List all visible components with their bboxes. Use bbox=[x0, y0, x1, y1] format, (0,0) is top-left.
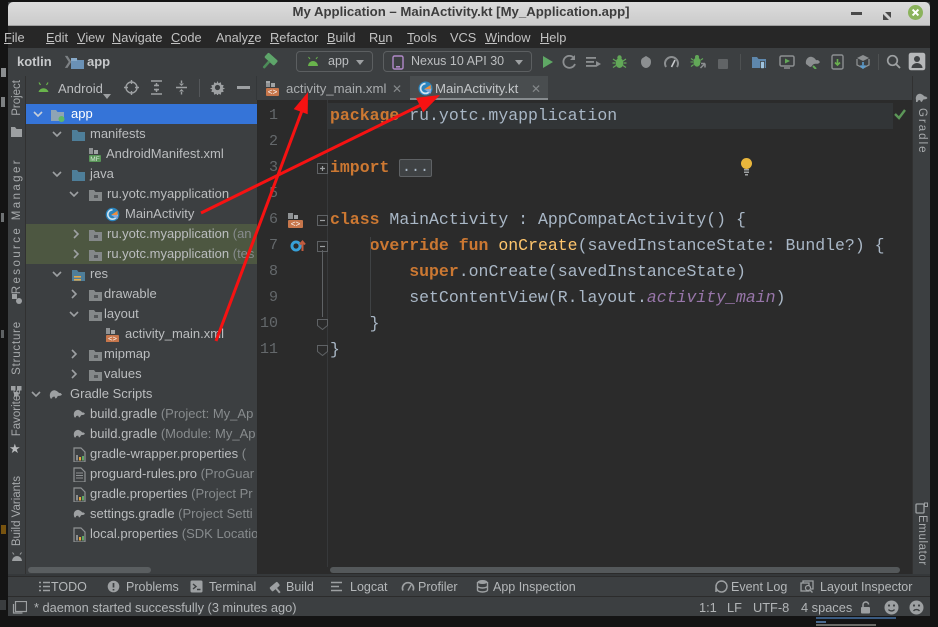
svg-text:<>: <> bbox=[291, 221, 301, 229]
svg-text:MF: MF bbox=[90, 156, 99, 162]
svg-text:<>: <> bbox=[268, 89, 278, 97]
svg-text:<>: <> bbox=[108, 336, 118, 342]
